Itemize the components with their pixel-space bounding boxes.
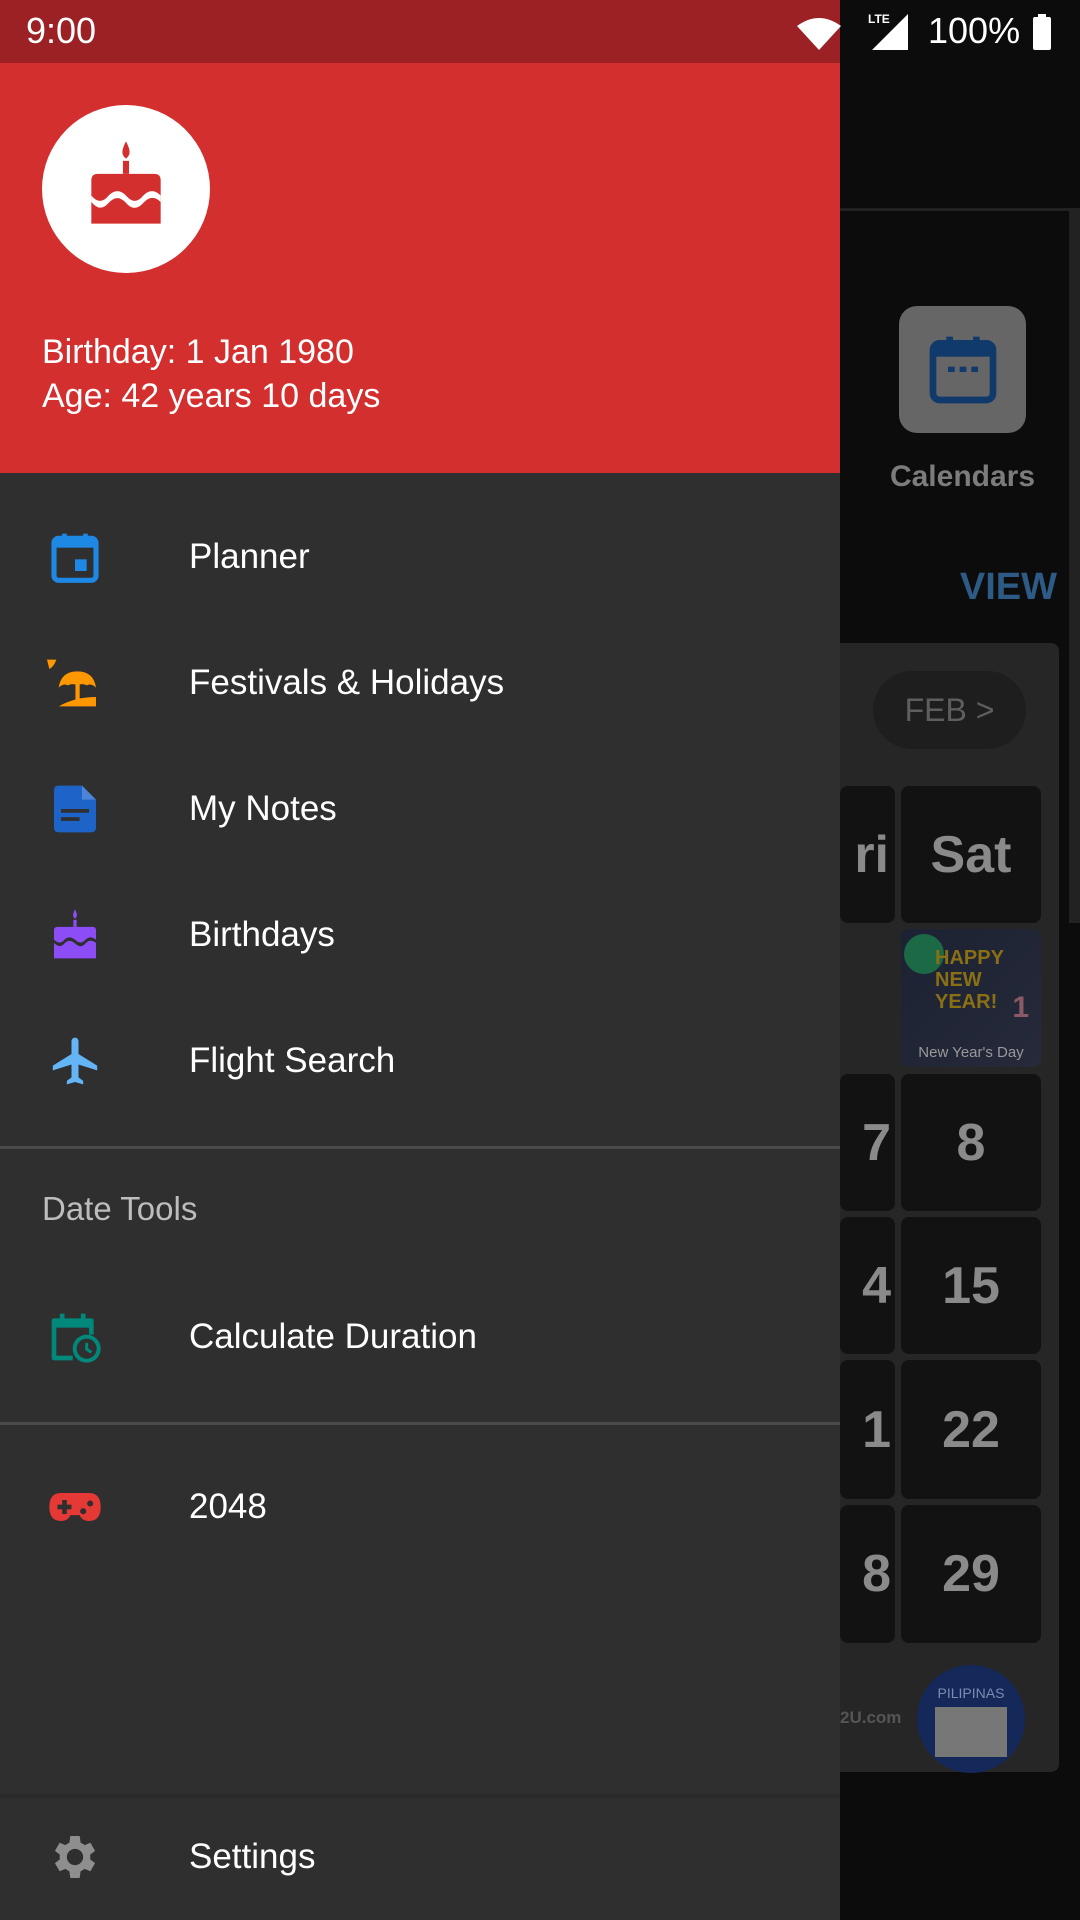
menu-item-label: Planner: [189, 537, 310, 576]
note-icon: [54, 785, 96, 833]
birthday-cake-icon: [91, 141, 161, 224]
next-month-button[interactable]: FEB >: [873, 671, 1026, 749]
menu-item-label: 2048: [189, 1487, 267, 1526]
menu-item-birthdays[interactable]: Birthdays: [0, 872, 840, 998]
day-cell[interactable]: 7: [840, 1074, 895, 1211]
status-bar: 9:00 LTE 100%: [0, 0, 1080, 63]
settings-button[interactable]: Settings: [0, 1794, 840, 1920]
day-cell[interactable]: 29: [901, 1505, 1041, 1643]
day-cell[interactable]: 22: [901, 1360, 1041, 1499]
status-time: 9:00: [26, 10, 97, 51]
birthday-text: Birthday: 1 Jan 1980: [42, 333, 354, 371]
divider: [0, 1422, 840, 1425]
signal-icon: [872, 14, 908, 50]
airplane-icon: [52, 1037, 98, 1085]
menu-item-label: Birthdays: [189, 915, 335, 954]
day-header-sat: Sat: [901, 786, 1041, 923]
day-cell[interactable]: 8: [901, 1074, 1041, 1211]
menu-item-2048[interactable]: 2048: [0, 1444, 840, 1570]
menu-item-my-notes[interactable]: My Notes: [0, 746, 840, 872]
beach-umbrella-icon: [47, 659, 96, 707]
calendar-icon: [51, 533, 99, 583]
menu-item-label: Calculate Duration: [189, 1317, 477, 1356]
calendars-button[interactable]: [899, 306, 1026, 433]
menu-item-flight-search[interactable]: Flight Search: [0, 998, 840, 1124]
holiday-name: New Year's Day: [918, 1044, 1024, 1061]
scrollbar[interactable]: [1069, 211, 1080, 923]
avatar[interactable]: [42, 105, 210, 273]
menu-item-label: Flight Search: [189, 1041, 396, 1080]
battery-icon: [1033, 14, 1051, 50]
settings-label: Settings: [189, 1837, 316, 1876]
menu-item-festivals-holidays[interactable]: Festivals & Holidays: [0, 620, 840, 746]
age-text: Age: 42 years 10 days: [42, 377, 381, 415]
flag-calendar-image: [935, 1707, 1007, 1757]
menu-item-calculate-duration[interactable]: Calculate Duration: [0, 1274, 840, 1400]
divider: [0, 1146, 840, 1149]
holiday-day: 1: [1012, 991, 1029, 1024]
pilipinas-badge[interactable]: PILIPINAS: [917, 1665, 1025, 1773]
view-button[interactable]: VIEW: [940, 566, 1057, 609]
menu-item-label: My Notes: [189, 789, 337, 828]
wifi-icon: [797, 18, 841, 50]
holiday-cell[interactable]: HAPPY NEW YEAR! 1 New Year's Day: [901, 929, 1041, 1067]
cake-icon: [54, 909, 96, 959]
holiday-banner: HAPPY NEW YEAR!: [935, 947, 1004, 1013]
calendar-icon: [929, 336, 996, 403]
day-cell[interactable]: 15: [901, 1217, 1041, 1354]
calendar-clock-icon: [51, 1313, 101, 1363]
menu-item-label: Festivals & Holidays: [189, 663, 505, 702]
gear-icon: [54, 1836, 96, 1878]
badge-label: PILIPINAS: [937, 1685, 1005, 1701]
gamepad-icon: [49, 1493, 101, 1521]
day-cell[interactable]: 4: [840, 1217, 895, 1354]
app-toolbar: [840, 63, 1080, 211]
day-cell[interactable]: 1: [840, 1360, 895, 1499]
day-cell[interactable]: 8: [840, 1505, 895, 1643]
calendars-label: Calendars: [889, 460, 1036, 493]
site-link[interactable]: 2U.com: [840, 1708, 901, 1728]
battery-level: 100%: [928, 10, 1021, 51]
menu-item-planner[interactable]: Planner: [0, 494, 840, 620]
section-header-date-tools: Date Tools: [42, 1190, 198, 1227]
day-header-fri: ri: [840, 786, 895, 923]
